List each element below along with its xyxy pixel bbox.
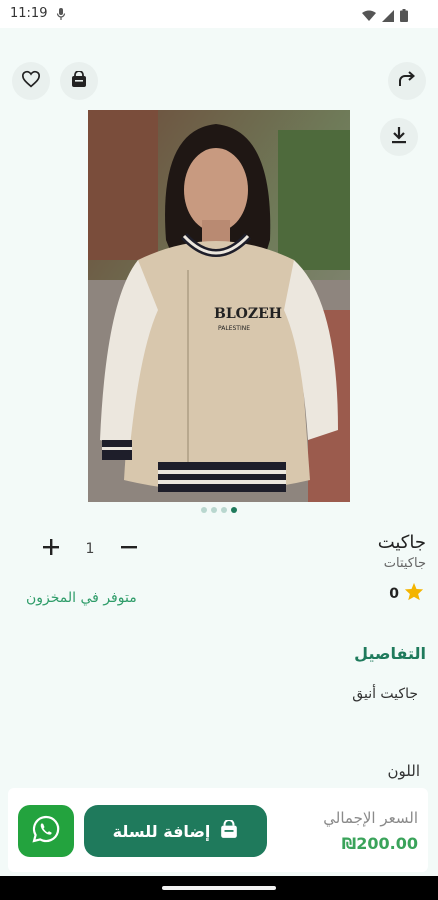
- add-to-cart-label: إضافة للسلة: [112, 821, 211, 841]
- total-price-value: ₪200.00: [341, 834, 418, 853]
- battery-icon: [400, 7, 408, 26]
- product-rating: 0: [389, 582, 424, 605]
- status-icons: [362, 7, 408, 26]
- total-price-label: السعر الإجمالي: [323, 809, 418, 827]
- status-time: 11:19: [10, 6, 48, 21]
- minus-icon: [120, 538, 138, 560]
- bottom-action-bar: إضافة للسلة السعر الإجمالي ₪200.00: [8, 788, 428, 872]
- whatsapp-button[interactable]: [18, 805, 74, 857]
- jacket-print-sub: PALESTINE: [218, 325, 250, 332]
- share-button[interactable]: [388, 62, 426, 100]
- shopping-bag-icon: [220, 818, 238, 843]
- signal-icon: [382, 7, 394, 26]
- details-heading: التفاصيل: [354, 644, 426, 663]
- share-icon: [397, 70, 417, 92]
- star-icon: [404, 582, 424, 605]
- pager-dot-active[interactable]: [231, 507, 237, 513]
- rating-value: 0: [389, 585, 399, 602]
- heart-icon: [21, 70, 41, 92]
- color-heading: اللون: [387, 762, 420, 780]
- mic-icon: [56, 6, 66, 20]
- stock-status: متوفر في المخزون: [26, 590, 137, 606]
- pager-dot[interactable]: [201, 507, 207, 513]
- whatsapp-icon: [31, 814, 61, 848]
- add-to-cart-button[interactable]: إضافة للسلة: [84, 805, 267, 857]
- favorite-button[interactable]: [12, 62, 50, 100]
- quantity-stepper: 1: [40, 538, 140, 560]
- home-indicator[interactable]: [162, 886, 276, 890]
- pager-dot[interactable]: [211, 507, 217, 513]
- quantity-value: 1: [85, 541, 95, 557]
- decrease-quantity-button[interactable]: [118, 538, 140, 560]
- product-name: جاكيت: [377, 532, 426, 553]
- pager-dot[interactable]: [221, 507, 227, 513]
- download-icon: [390, 125, 408, 149]
- product-category: جاكيتات: [383, 556, 426, 571]
- download-button[interactable]: [380, 118, 418, 156]
- increase-quantity-button[interactable]: [40, 538, 62, 560]
- jacket-print-text: BLOZEH: [214, 306, 282, 322]
- shopping-bag-icon: [71, 69, 87, 92]
- details-text: جاكيت أنيق: [352, 686, 418, 702]
- cart-button[interactable]: [60, 62, 98, 100]
- wifi-icon: [362, 7, 376, 26]
- system-navigation-bar: [0, 876, 438, 900]
- plus-icon: [42, 538, 60, 560]
- gallery-pager: [201, 507, 237, 513]
- status-bar: 11:19: [0, 0, 438, 28]
- product-image[interactable]: BLOZEH PALESTINE: [88, 110, 350, 502]
